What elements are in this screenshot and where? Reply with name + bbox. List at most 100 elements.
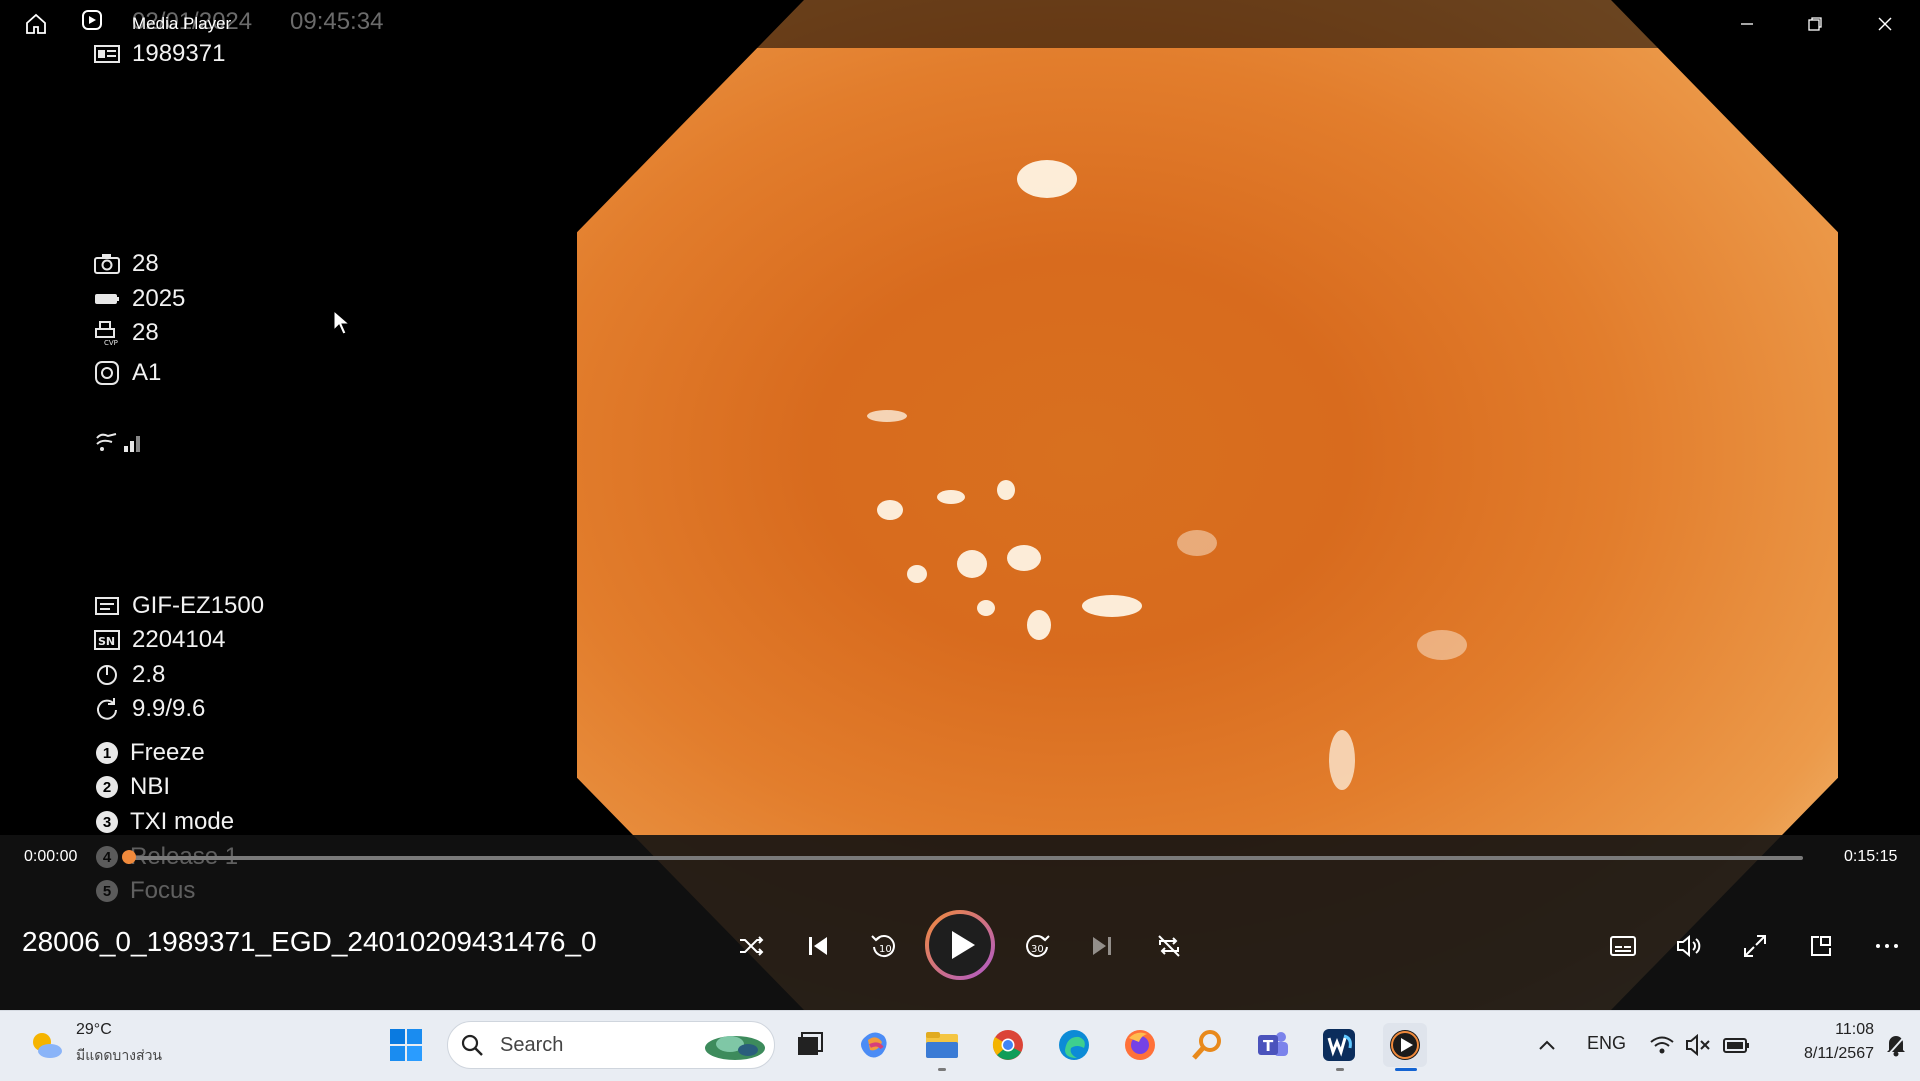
scope-model-row: GIF-EZ1500 <box>94 592 264 620</box>
mucosa-spot <box>1017 160 1077 198</box>
mucosa-spot <box>1177 530 1217 556</box>
fullscreen-icon[interactable] <box>1735 922 1775 970</box>
mucosa-spot <box>1417 630 1467 660</box>
camera-count: 28 <box>132 250 159 277</box>
taskbar-search-box[interactable]: Search <box>447 1021 775 1069</box>
seek-bar[interactable] <box>129 856 1803 860</box>
mode-row: A1 <box>94 359 161 387</box>
scope-icon <box>94 593 120 619</box>
chevron-up-icon[interactable] <box>1527 1023 1567 1067</box>
mucosa-spot <box>1082 595 1142 617</box>
scope-model: GIF-EZ1500 <box>132 592 265 619</box>
weather-icon[interactable] <box>24 1023 68 1067</box>
function-number: 2 <box>96 776 118 798</box>
function-item-1: 1 Freeze <box>96 739 205 767</box>
mucosa-spot <box>907 565 927 583</box>
mucosa-spot <box>997 480 1015 500</box>
weather-temp: 29°C <box>76 1021 112 1038</box>
previous-icon[interactable] <box>798 922 838 970</box>
signal-bars-icon <box>120 428 146 454</box>
hand-icon <box>94 428 120 454</box>
function-item-3: 3 TXI mode <box>96 808 234 836</box>
signal-row <box>94 428 146 454</box>
battery-icon <box>94 286 120 312</box>
function-number: 1 <box>96 742 118 764</box>
mini-player-icon[interactable] <box>1801 922 1841 970</box>
title-bar <box>0 0 1920 48</box>
cvp-row: CVP 28 <box>94 319 159 347</box>
angle-value: 2.8 <box>132 661 166 688</box>
copilot-icon[interactable] <box>853 1023 897 1067</box>
serial-number-icon: SN <box>94 627 120 653</box>
time-total: 0:15:15 <box>1844 848 1898 865</box>
camera-row: 28 <box>94 250 159 278</box>
clock-time[interactable]: 11:08 <box>1770 1021 1874 1039</box>
svg-text:T: T <box>1263 1037 1274 1055</box>
function-number: 4 <box>96 846 118 868</box>
chrome-icon[interactable] <box>986 1023 1030 1067</box>
function-number: 3 <box>96 811 118 833</box>
function-number: 5 <box>96 880 118 902</box>
task-view-icon[interactable] <box>787 1023 831 1067</box>
home-icon[interactable] <box>16 0 56 48</box>
svg-text:30: 30 <box>1031 944 1044 955</box>
function-item-5: 5 Focus <box>96 877 195 905</box>
repeat-off-icon[interactable] <box>1149 922 1189 970</box>
seek-thumb[interactable] <box>122 850 136 864</box>
file-explorer-icon[interactable] <box>920 1023 964 1067</box>
volume-icon[interactable] <box>1669 922 1709 970</box>
subtitles-icon[interactable] <box>1603 922 1643 970</box>
start-windows-icon[interactable] <box>384 1023 428 1067</box>
ratio-value: 9.9/9.6 <box>132 695 206 722</box>
input-language[interactable]: ENG <box>1587 1033 1626 1054</box>
svg-text:10: 10 <box>879 944 892 955</box>
rewind-10-icon[interactable]: 10 <box>864 922 904 970</box>
patient-id: 1989371 <box>132 40 226 67</box>
enhancement-mode-icon <box>94 360 120 386</box>
function-label: Freeze <box>130 739 205 766</box>
firefox-icon[interactable] <box>1118 1023 1162 1067</box>
teams-icon[interactable]: T <box>1251 1023 1295 1067</box>
patient-id-row: 1989371 <box>94 40 225 68</box>
camera-icon <box>94 251 120 277</box>
clock-date[interactable]: 8/11/2567 <box>1770 1045 1874 1063</box>
mouse-cursor-icon <box>333 309 351 341</box>
notification-bell-icon[interactable] <box>1876 1023 1916 1067</box>
search-icon <box>460 1033 484 1062</box>
more-options-icon[interactable] <box>1867 922 1907 970</box>
close-icon[interactable] <box>1862 0 1908 48</box>
mucosa-spot <box>1329 730 1355 790</box>
search-placeholder: Search <box>500 1034 564 1056</box>
function-label: TXI mode <box>130 808 235 835</box>
id-card-icon <box>94 41 120 67</box>
winword-app-icon[interactable] <box>1317 1023 1361 1067</box>
mode-code: A1 <box>132 359 162 386</box>
running-app-indicator <box>938 1068 946 1071</box>
battery-count: 2025 <box>132 285 186 312</box>
refresh-icon <box>94 696 120 722</box>
shuffle-icon[interactable] <box>731 922 771 970</box>
battery-row: 2025 <box>94 285 185 313</box>
minimize-icon[interactable] <box>1724 0 1770 48</box>
file-name: 28006_0_1989371_EGD_24010209431476_0 <box>22 926 597 957</box>
svg-text:CVP: CVP <box>104 339 118 346</box>
mucosa-spot <box>1007 545 1041 571</box>
mucosa-spot <box>867 410 907 422</box>
restore-icon[interactable] <box>1792 0 1838 48</box>
next-icon[interactable] <box>1082 922 1122 970</box>
forward-30-icon[interactable]: 30 <box>1017 922 1057 970</box>
active-app-indicator <box>1395 1068 1417 1071</box>
play-button[interactable] <box>923 908 997 982</box>
svg-text:SN: SN <box>98 635 115 648</box>
edge-icon[interactable] <box>1052 1023 1096 1067</box>
magnifier-search-icon[interactable] <box>1185 1023 1229 1067</box>
cvp-count: 28 <box>132 319 159 346</box>
weather-desc: มีแดดบางส่วน <box>76 1047 162 1063</box>
mucosa-spot <box>877 500 903 520</box>
function-label: Focus <box>130 877 196 904</box>
function-item-2: 2 NBI <box>96 773 170 801</box>
ratio-row: 9.9/9.6 <box>94 695 205 723</box>
battery-charging-icon[interactable] <box>1714 1023 1758 1067</box>
media-player-taskbar-icon[interactable] <box>1383 1023 1427 1067</box>
mucosa-spot <box>937 490 965 504</box>
